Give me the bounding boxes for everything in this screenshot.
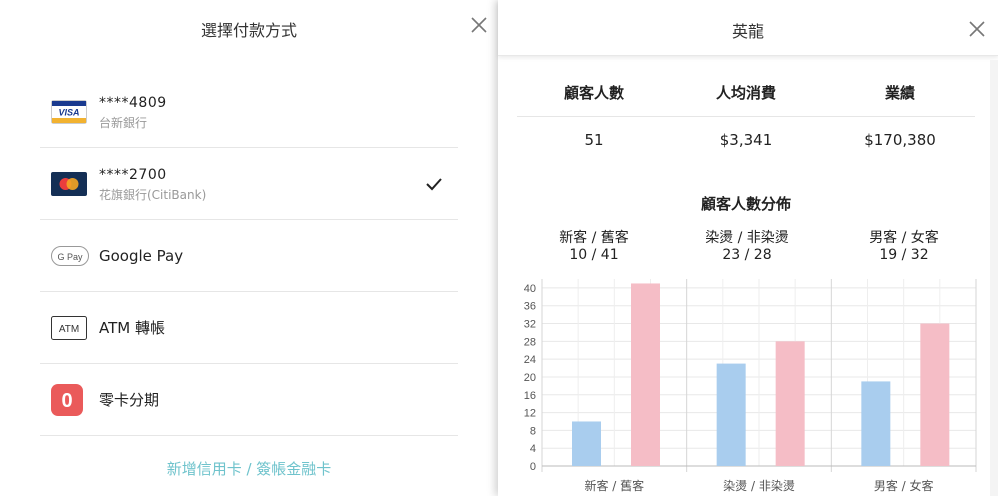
mastercard-icon bbox=[51, 172, 87, 196]
y-tick-label: 8 bbox=[530, 425, 536, 437]
payment-method-atm[interactable]: ATM ATM 轉帳 bbox=[40, 292, 458, 364]
payment-method-google-pay[interactable]: G Pay Google Pay bbox=[40, 220, 458, 292]
bar bbox=[861, 381, 891, 466]
y-tick-label: 28 bbox=[524, 336, 536, 348]
customer-distribution-chart: 0 4 8 12 16 20 24 28 32 36 40 新客 / 舊客 染燙 / 非染燙 男客 / 女… bbox=[524, 279, 977, 493]
group-value-gender: 19 / 32 bbox=[879, 247, 929, 263]
x-tick-label: 男客 / 女客 bbox=[874, 478, 934, 493]
report-panel: 英龍 顧客人數 人均消費 業績 51 $3,341 $170,380 顧客人數分… bbox=[498, 0, 998, 496]
divider bbox=[517, 116, 975, 117]
scrollbar[interactable] bbox=[990, 60, 998, 496]
y-tick-label: 12 bbox=[524, 408, 536, 420]
stat-label-customers: 顧客人數 bbox=[563, 84, 624, 102]
card-number: ****4809 bbox=[99, 95, 167, 111]
stat-label-revenue: 業績 bbox=[884, 84, 915, 102]
y-tick-label: 24 bbox=[524, 354, 536, 366]
payment-method-list: VISA ****4809 台新銀行 ****2700 花旗銀行(CitiBan… bbox=[40, 76, 458, 436]
payment-panel-title: 選擇付款方式 bbox=[200, 21, 297, 40]
y-tick-label: 0 bbox=[530, 461, 536, 473]
google-pay-icon: G Pay bbox=[51, 246, 89, 266]
bar bbox=[631, 283, 660, 466]
atm-icon: ATM bbox=[51, 316, 87, 340]
bar bbox=[716, 363, 746, 466]
group-label-new-old: 新客 / 舊客 bbox=[559, 230, 629, 246]
stat-value-customers: 51 bbox=[584, 131, 604, 149]
google-pay-logo-text: G Pay bbox=[57, 252, 83, 262]
close-icon[interactable] bbox=[966, 18, 988, 40]
group-value-new-old: 10 / 41 bbox=[569, 247, 619, 263]
x-tick-label: 新客 / 舊客 bbox=[584, 478, 644, 493]
stat-label-avg-spend: 人均消費 bbox=[715, 84, 776, 102]
stat-value-avg-spend: $3,341 bbox=[719, 131, 773, 149]
card-number: ****2700 bbox=[99, 167, 167, 183]
zero-card-logo-text: 0 bbox=[61, 390, 72, 412]
bar bbox=[775, 341, 805, 466]
checkmark-icon bbox=[426, 178, 442, 191]
bar bbox=[572, 421, 601, 466]
y-tick-label: 20 bbox=[524, 372, 536, 384]
x-tick-label: 染燙 / 非染燙 bbox=[723, 478, 795, 493]
group-label-gender: 男客 / 女客 bbox=[869, 230, 939, 246]
visa-card-icon: VISA bbox=[51, 100, 87, 124]
y-tick-label: 40 bbox=[524, 283, 536, 295]
method-label: ATM 轉帳 bbox=[99, 319, 165, 337]
atm-logo-text: ATM bbox=[59, 324, 79, 335]
payment-method-mastercard-2700[interactable]: ****2700 花旗銀行(CitiBank) bbox=[40, 148, 458, 220]
close-icon[interactable] bbox=[468, 14, 490, 36]
stat-value-revenue: $170,380 bbox=[864, 131, 936, 149]
group-label-dye-perm: 染燙 / 非染燙 bbox=[705, 230, 789, 246]
bar bbox=[920, 323, 950, 466]
add-card-link[interactable]: 新增信用卡 / 簽帳金融卡 bbox=[0, 458, 498, 479]
y-tick-label: 32 bbox=[524, 319, 536, 331]
method-label: Google Pay bbox=[99, 247, 184, 265]
payment-method-zero-card[interactable]: 0 零卡分期 bbox=[40, 364, 458, 436]
report-header: 英龍 bbox=[498, 0, 998, 56]
y-tick-label: 36 bbox=[524, 301, 536, 313]
bank-name: 花旗銀行(CitiBank) bbox=[99, 188, 207, 202]
y-tick-label: 16 bbox=[524, 390, 536, 402]
distribution-title: 顧客人數分佈 bbox=[700, 195, 791, 213]
payment-method-panel: 選擇付款方式 VISA ****4809 台新銀行 ****2700 花旗銀行(… bbox=[0, 0, 498, 496]
y-tick-label: 4 bbox=[530, 443, 536, 455]
zero-card-icon: 0 bbox=[51, 384, 83, 416]
report-title: 英龍 bbox=[731, 22, 764, 41]
group-value-dye-perm: 23 / 28 bbox=[722, 247, 772, 263]
bank-name: 台新銀行 bbox=[99, 116, 148, 130]
method-label: 零卡分期 bbox=[99, 391, 160, 409]
payment-method-visa-4809[interactable]: VISA ****4809 台新銀行 bbox=[40, 76, 458, 148]
visa-logo-text: VISA bbox=[58, 108, 79, 118]
